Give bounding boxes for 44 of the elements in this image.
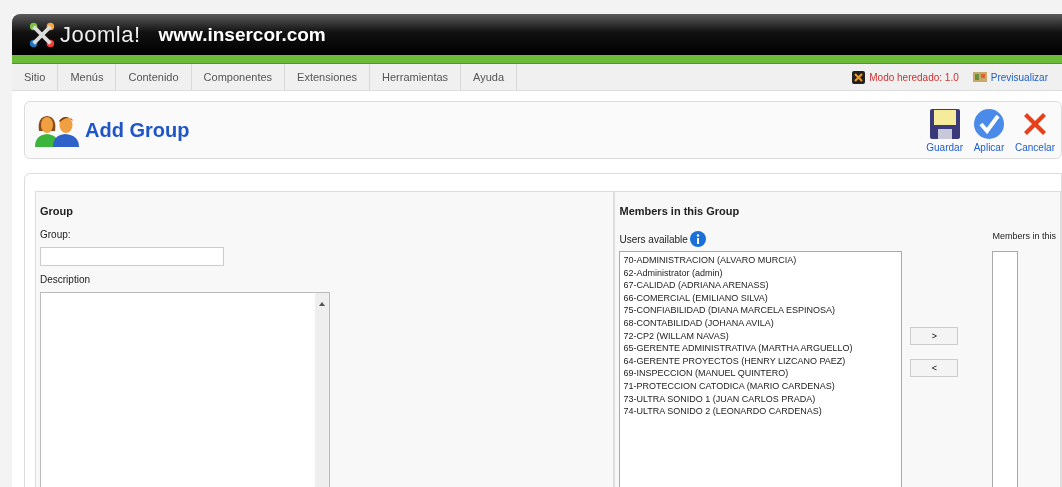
preview-icon [972, 71, 987, 83]
user-option[interactable]: 75-CONFIABILIDAD (DIANA MARCELA ESPINOSA) [623, 304, 899, 317]
user-option[interactable]: 65-GERENTE ADMINISTRATIVA (MARTHA ARGUELLO) [623, 342, 899, 355]
site-title: www.insercor.com [158, 23, 326, 46]
field-label: Members in this [992, 231, 1056, 243]
user-option[interactable]: 71-PROTECCION CATODICA (MARIO CARDENAS) [623, 379, 899, 393]
field-label: Group: [40, 229, 72, 240]
move-button[interactable]: < [910, 359, 959, 377]
field-label: Description [40, 274, 92, 285]
user-option[interactable]: 72-CP2 (WILLAM NAVAS) [623, 329, 899, 343]
group-name-field[interactable] [40, 247, 224, 266]
legacy-mode-link[interactable]: Modo heredado: 1.0 [869, 71, 959, 83]
section-heading: Members in this Group [619, 205, 741, 217]
apply-button[interactable]: Aplicar [968, 107, 1009, 153]
info-icon [689, 231, 706, 247]
logo-text: Joomla! [60, 21, 141, 48]
checkmark-icon [972, 107, 1005, 140]
users-icon [33, 113, 81, 147]
section-heading: Group [40, 205, 74, 217]
description-field[interactable] [40, 292, 330, 487]
user-option[interactable]: 64-GERENTE PROYECTOS (HENRY LIZCANO PAEZ) [623, 354, 899, 368]
user-option[interactable]: 66-COMERCIAL (EMILIANO SILVA) [623, 291, 899, 305]
user-option[interactable]: 62-Administrator (admin) [623, 266, 899, 280]
preview-link[interactable]: Previsualizar [990, 71, 1048, 83]
menu-item[interactable]: Ayuda [461, 64, 518, 90]
page-title: Add Group [85, 118, 190, 142]
menu-item[interactable]: Sitio [12, 64, 59, 90]
user-option[interactable]: 68-CONTABILIDAD (JOHANA AVILA) [623, 316, 899, 330]
logo-icon [28, 20, 56, 49]
menu-item[interactable]: Herramientas [370, 64, 462, 90]
user-option[interactable]: 70-ADMINISTRACION (ALVARO MURCIA) [623, 254, 899, 267]
user-option[interactable]: 69-INSPECCION (MANUEL QUINTERO) [623, 367, 899, 380]
field-label: Users available [619, 233, 688, 245]
menu-item[interactable]: Contenido [116, 64, 192, 90]
cancel-button[interactable]: Cancelar [1010, 107, 1059, 153]
menu-item[interactable]: Componentes [191, 64, 286, 90]
user-option[interactable]: 67-CALIDAD (ADRIANA ARENASS) [623, 279, 899, 292]
menu-item[interactable]: Extensiones [285, 64, 371, 90]
user-option[interactable]: 73-ULTRA SONIDO 1 (JUAN CARLOS PRADA) [623, 392, 899, 406]
user-option[interactable]: 74-ULTRA SONIDO 2 (LEONARDO CARDENAS) [623, 405, 899, 418]
save-button[interactable]: Guardar [922, 107, 967, 153]
menu-item[interactable]: Menús [58, 64, 117, 90]
move-button[interactable]: > [910, 327, 959, 345]
legacy-icon [852, 70, 866, 84]
